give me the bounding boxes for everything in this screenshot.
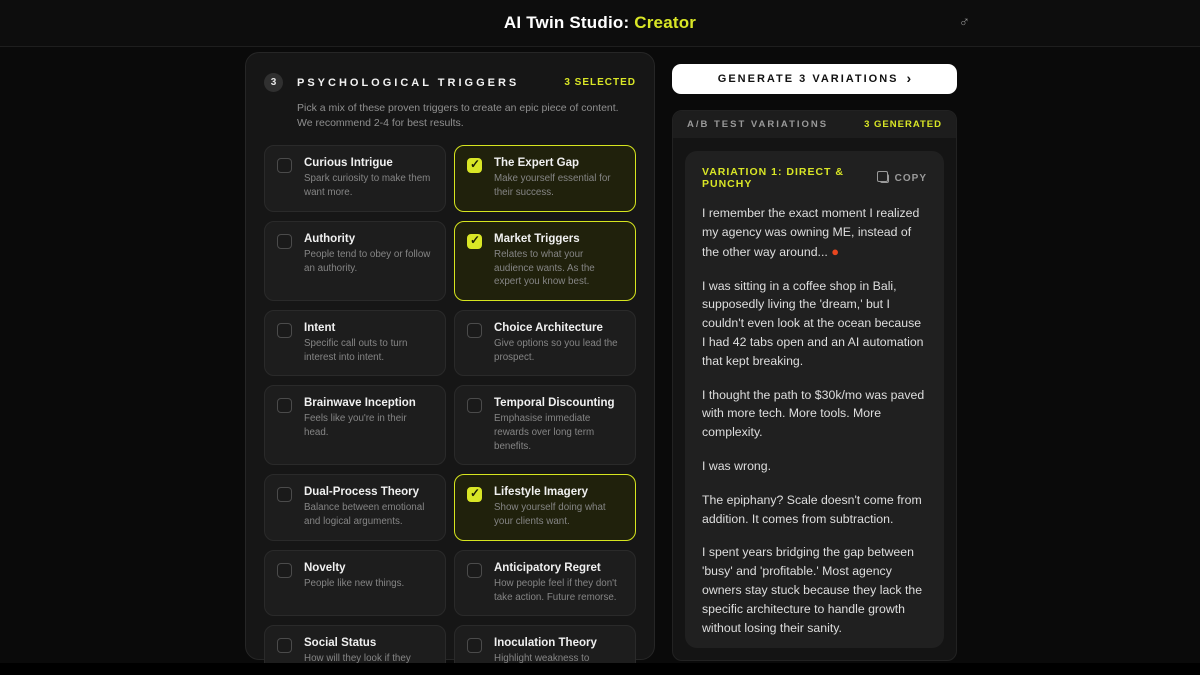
ab-panel-title: A/B TEST VARIATIONS [687, 119, 829, 130]
trigger-card-anticipatory-regret[interactable]: Anticipatory Regret How people feel if th… [454, 549, 636, 617]
variation-paragraph: I was sitting in a coffee shop in Bali, … [702, 278, 924, 368]
trigger-label: The Expert Gap [494, 157, 579, 170]
trigger-label: Choice Architecture [494, 321, 603, 334]
triggers-panel-description: Pick a mix of these proven triggers to c… [297, 102, 619, 130]
trigger-label: Lifestyle Imagery [494, 486, 588, 499]
checkbox-icon[interactable] [277, 638, 292, 654]
chevron-right-icon: › [906, 70, 912, 86]
trigger-label: Social Status [304, 637, 377, 650]
trigger-label: Anticipatory Regret [494, 561, 601, 574]
trigger-label: Brainwave Inception [304, 397, 416, 410]
page-title-prefix: AI Twin Studio: [503, 13, 635, 32]
trigger-description: Balance between emotional and logical ar… [304, 502, 425, 528]
triggers-panel-title: PSYCHOLOGICAL TRIGGERS [297, 76, 520, 89]
checkbox-icon[interactable] [467, 562, 482, 578]
trigger-card-lifestyle-imagery[interactable]: Lifestyle Imagery Show yourself doing wha… [454, 474, 636, 541]
variation-paragraph: I spent years bridging the gap between '… [702, 545, 923, 635]
trigger-description: Make yourself essential for their succes… [494, 173, 611, 199]
checkbox-icon[interactable] [277, 487, 292, 503]
trigger-description: Relates to what your audience wants. As … [494, 248, 595, 288]
ab-panel-header: A/B TEST VARIATIONS 3 GENERATED [673, 111, 956, 138]
copy-icon [876, 170, 889, 183]
trigger-description: Specific call outs to turn interest into… [304, 337, 408, 363]
trigger-card-temporal-discounting[interactable]: Temporal Discounting Emphasise immediate … [454, 385, 636, 466]
trigger-label: Market Triggers [494, 232, 580, 245]
triggers-grid: Curious Intrigue Spark curiosity to make … [264, 145, 636, 675]
trigger-label: Inoculation Theory [494, 637, 597, 650]
ab-test-variations-panel: A/B TEST VARIATIONS 3 GENERATED VARIATIO… [672, 110, 957, 661]
trigger-description: People like new things. [304, 577, 405, 589]
trigger-card-dual-process-theory[interactable]: Dual-Process Theory Balance between emoti… [264, 474, 446, 541]
trigger-card-market-triggers[interactable]: Market Triggers Relates to what your audi… [454, 220, 636, 301]
generated-count-badge: 3 GENERATED [864, 119, 942, 130]
trigger-label: Curious Intrigue [304, 157, 393, 170]
checkbox-icon[interactable] [467, 638, 482, 654]
variation-title: VARIATION 1: DIRECT & PUNCHY [702, 166, 844, 190]
checkbox-checked-icon[interactable] [467, 486, 482, 503]
checkbox-icon[interactable] [467, 322, 482, 338]
checkbox-icon[interactable] [467, 398, 482, 414]
copy-button-label: COPY [894, 172, 927, 184]
trigger-description: How people feel if they don't take actio… [494, 577, 617, 603]
trigger-label: Authority [304, 232, 356, 245]
variation-paragraph: I remember the exact moment I realized m… [702, 204, 927, 262]
paragraph-text: I remember the exact moment I realized m… [702, 206, 920, 259]
trigger-description: Give options so you lead the prospect. [494, 337, 618, 363]
checkbox-icon[interactable] [277, 233, 292, 249]
variation-text[interactable]: I remember the exact moment I realized m… [702, 204, 927, 648]
trigger-description: Emphasise immediate rewards over long te… [494, 413, 595, 452]
trigger-card-authority[interactable]: Authority People tend to obey or follow a… [264, 220, 446, 301]
selected-count-badge: 3 SELECTED [564, 77, 636, 88]
checkbox-icon[interactable] [277, 158, 292, 174]
trigger-label: Temporal Discounting [494, 397, 615, 410]
page-title: AI Twin Studio: Creator [504, 13, 696, 33]
trigger-description: Show yourself doing what your clients wa… [494, 502, 606, 528]
generate-variations-button[interactable]: GENERATE 3 VARIATIONS › [672, 64, 957, 94]
trigger-label: Intent [304, 321, 336, 334]
trigger-label: Dual-Process Theory [304, 486, 420, 499]
trigger-card-the-expert-gap[interactable]: The Expert Gap Make yourself essential fo… [454, 145, 636, 212]
checkbox-checked-icon[interactable] [467, 233, 482, 249]
red-circle-emoji: ● [831, 243, 840, 259]
male-symbol-icon[interactable]: ♂ [959, 14, 970, 31]
trigger-card-curious-intrigue[interactable]: Curious Intrigue Spark curiosity to make … [264, 145, 446, 212]
variation-card: VARIATION 1: DIRECT & PUNCHY COPY I reme… [685, 151, 944, 648]
variation-card-header: VARIATION 1: DIRECT & PUNCHY COPY [702, 166, 927, 190]
checkbox-icon[interactable] [277, 398, 292, 414]
checkbox-checked-icon[interactable] [467, 157, 482, 174]
checkbox-icon[interactable] [277, 562, 292, 578]
trigger-description: People tend to obey or follow an authori… [304, 248, 431, 274]
trigger-description: Feels like you're in their head. [304, 413, 407, 439]
triggers-panel-header: 3 PSYCHOLOGICAL TRIGGERS 3 SELECTED [264, 73, 636, 92]
page-title-accent: Creator [634, 13, 697, 32]
app-background: AI Twin Studio: Creator ♂ 3 PSYCHOLOGICA… [0, 0, 1200, 675]
bottom-edge [0, 663, 1200, 675]
trigger-card-novelty[interactable]: Novelty People like new things. [264, 549, 446, 617]
trigger-card-choice-architecture[interactable]: Choice Architecture Give options so you l… [454, 309, 636, 377]
variation-paragraph: The epiphany? Scale doesn't come from ad… [702, 492, 922, 526]
trigger-label: Novelty [304, 561, 346, 574]
trigger-description: Spark curiosity to make them want more. [304, 173, 431, 199]
trigger-card-intent[interactable]: Intent Specific call outs to turn interes… [264, 309, 446, 377]
variation-paragraph: I was wrong. [702, 459, 772, 473]
variation-paragraph: I thought the path to $30k/mo was paved … [702, 387, 925, 440]
trigger-card-brainwave-inception[interactable]: Brainwave Inception Feels like you're in … [264, 385, 446, 466]
step-number-badge: 3 [264, 73, 283, 92]
app-header: AI Twin Studio: Creator ♂ [0, 0, 1200, 47]
copy-button[interactable]: COPY [876, 170, 927, 184]
psychological-triggers-panel: 3 PSYCHOLOGICAL TRIGGERS 3 SELECTED Pick… [245, 52, 655, 675]
generate-button-label: GENERATE 3 VARIATIONS [717, 73, 899, 85]
checkbox-icon[interactable] [277, 322, 292, 338]
